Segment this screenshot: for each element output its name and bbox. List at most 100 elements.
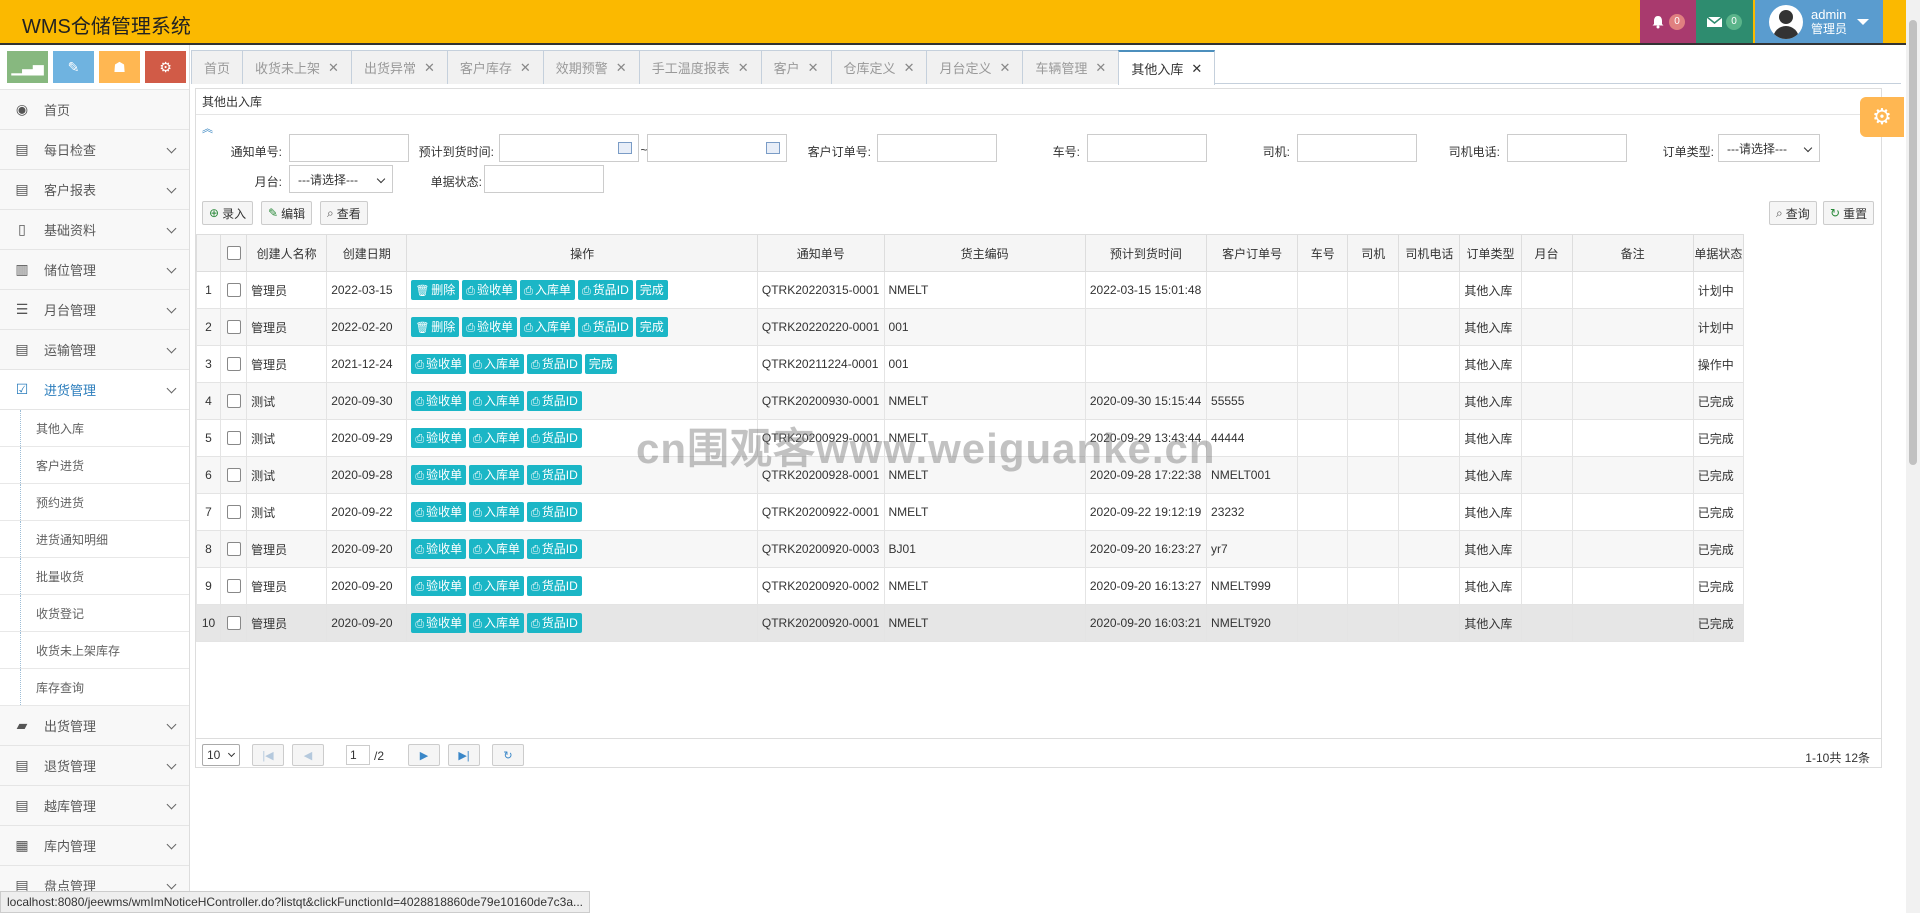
tab-warehouse-definition[interactable]: 仓库定义 ✕: [830, 50, 928, 84]
dock-select[interactable]: ---请选择---: [289, 165, 393, 193]
row-select-cell[interactable]: [220, 530, 248, 568]
sidebar-item-dock[interactable]: ☰ 月台管理: [0, 290, 189, 330]
row-select-cell[interactable]: [220, 308, 248, 346]
check-op-button[interactable]: ⎙ 验收单: [411, 613, 467, 633]
check-op-button[interactable]: ⎙ 验收单: [411, 391, 467, 411]
close-icon[interactable]: ✕: [1095, 60, 1106, 76]
add-button[interactable]: ⊕ 录入: [202, 201, 254, 225]
close-icon[interactable]: ✕: [808, 60, 819, 76]
inbound-op-button[interactable]: ⎙ 入库单: [469, 613, 524, 633]
done-op-button[interactable]: 完成: [584, 354, 617, 374]
notifications-button[interactable]: 0: [1640, 0, 1696, 43]
header-select-all[interactable]: [220, 234, 248, 272]
check-op-button[interactable]: ⎙ 验收单: [462, 280, 518, 300]
table-row[interactable]: 1 管理员 2022-03-15 🗑 删除 ⎙ 验收单 ⎙ 入库单 ⎙ 货品ID 完成 QTRK2022…: [195, 271, 1745, 309]
order-type-select[interactable]: ---请选择---: [1718, 134, 1820, 162]
tab-vehicle-management[interactable]: 车辆管理 ✕: [1022, 50, 1120, 84]
row-checkbox[interactable]: [226, 394, 241, 409]
submenu-item-reserved-inbound[interactable]: 预约进货: [0, 484, 189, 521]
sidebar-item-home[interactable]: ◉ 首页: [0, 90, 189, 130]
row-checkbox[interactable]: [226, 431, 241, 446]
inbound-op-button[interactable]: ⎙ 入库单: [520, 317, 575, 337]
calendar-icon[interactable]: [618, 142, 632, 154]
select-all-checkbox[interactable]: [226, 246, 241, 261]
goods-op-button[interactable]: ⎙ 货品ID: [526, 502, 582, 522]
row-select-cell[interactable]: [220, 345, 248, 383]
header-notice-no[interactable]: 通知单号: [756, 234, 885, 272]
header-customer-order[interactable]: 客户订单号: [1206, 234, 1299, 272]
header-car-no[interactable]: 车号: [1297, 234, 1349, 272]
check-op-button[interactable]: ⎙ 验收单: [411, 354, 467, 374]
eta-end-input[interactable]: [647, 134, 787, 162]
customer-order-input[interactable]: [877, 134, 997, 162]
submenu-item-customer-inbound[interactable]: 客户进货: [0, 447, 189, 484]
inbound-op-button[interactable]: ⎙ 入库单: [469, 391, 524, 411]
header-remark[interactable]: 备注: [1571, 234, 1694, 272]
settings-gear-button[interactable]: ⚙: [1860, 97, 1904, 137]
close-icon[interactable]: ✕: [328, 60, 339, 76]
table-row[interactable]: 4 测试 2020-09-30 ⎙ 验收单 ⎙ 入库单 ⎙ 货品ID QTRK20200930-0…: [195, 382, 1745, 420]
header-date[interactable]: 创建日期: [326, 234, 408, 272]
edit-button[interactable]: ✎ 编辑: [261, 201, 313, 225]
row-checkbox[interactable]: [226, 579, 241, 594]
sidebar-item-crossdock[interactable]: ▤ 越库管理: [0, 786, 189, 826]
submenu-item-other-inbound[interactable]: 其他入库: [0, 410, 189, 447]
shortcut-pencil-button[interactable]: ✎: [53, 51, 94, 83]
first-page-button[interactable]: |◀: [252, 744, 284, 766]
sidebar-item-location[interactable]: ▥ 储位管理: [0, 250, 189, 290]
user-menu-button[interactable]: admin 管理员: [1755, 0, 1883, 43]
row-checkbox[interactable]: [226, 320, 241, 335]
done-op-button[interactable]: 完成: [635, 280, 668, 300]
inbound-op-button[interactable]: ⎙ 入库单: [469, 428, 524, 448]
check-op-button[interactable]: ⎙ 验收单: [411, 465, 467, 485]
tab-expiry-warning[interactable]: 效期预警 ✕: [542, 50, 640, 84]
header-creator[interactable]: 创建人名称: [246, 234, 328, 272]
sidebar-item-basic-data[interactable]: ▯ 基础资料: [0, 210, 189, 250]
delete-op-button[interactable]: 🗑 删除: [411, 317, 460, 337]
tab-customer-stock[interactable]: 客户库存 ✕: [446, 50, 544, 84]
driver-input[interactable]: [1297, 134, 1417, 162]
tab-customer[interactable]: 客户 ✕: [760, 50, 832, 84]
row-select-cell[interactable]: [220, 493, 248, 531]
calendar-icon[interactable]: [766, 142, 780, 154]
tab-manual-temp-report[interactable]: 手工温度报表 ✕: [638, 50, 762, 84]
close-icon[interactable]: ✕: [738, 60, 749, 76]
row-checkbox[interactable]: [226, 357, 241, 372]
scrollbar-thumb[interactable]: [1909, 20, 1917, 465]
header-status[interactable]: 单据状态: [1692, 234, 1745, 272]
shortcut-group-button[interactable]: ☗: [99, 51, 140, 83]
row-select-cell[interactable]: [220, 456, 248, 494]
header-driver[interactable]: 司机: [1347, 234, 1400, 272]
check-op-button[interactable]: ⎙ 验收单: [462, 317, 518, 337]
done-op-button[interactable]: 完成: [635, 317, 668, 337]
notice-no-input[interactable]: [289, 134, 409, 162]
row-select-cell[interactable]: [220, 419, 248, 457]
inbound-op-button[interactable]: ⎙ 入库单: [469, 539, 524, 559]
close-icon[interactable]: ✕: [999, 60, 1010, 76]
check-op-button[interactable]: ⎙ 验收单: [411, 576, 467, 596]
submenu-item-unshelved-stock[interactable]: 收货未上架库存: [0, 632, 189, 669]
row-select-cell[interactable]: [220, 604, 248, 642]
row-select-cell[interactable]: [220, 567, 248, 605]
page-size-select[interactable]: 10: [202, 744, 240, 766]
eta-start-input[interactable]: [499, 134, 639, 162]
tab-unshelved[interactable]: 收货未上架 ✕: [242, 50, 352, 84]
goods-op-button[interactable]: ⎙ 货品ID: [526, 391, 582, 411]
table-row[interactable]: 3 管理员 2021-12-24 ⎙ 验收单 ⎙ 入库单 ⎙ 货品ID 完成 QTRK2021122…: [195, 345, 1745, 383]
submenu-item-receive-register[interactable]: 收货登记: [0, 595, 189, 632]
driver-phone-input[interactable]: [1507, 134, 1627, 162]
table-row[interactable]: 2 管理员 2022-02-20 🗑 删除 ⎙ 验收单 ⎙ 入库单 ⎙ 货品ID 完成 QTRK2022…: [195, 308, 1745, 346]
messages-button[interactable]: 0: [1696, 0, 1753, 43]
collapse-search-icon[interactable]: ︽: [202, 120, 213, 136]
inbound-op-button[interactable]: ⎙ 入库单: [469, 502, 524, 522]
header-owner-code[interactable]: 货主编码: [883, 234, 1086, 272]
row-checkbox[interactable]: [226, 468, 241, 483]
table-row[interactable]: 9 管理员 2020-09-20 ⎙ 验收单 ⎙ 入库单 ⎙ 货品ID QTRK20200920-…: [195, 567, 1745, 605]
goods-op-button[interactable]: ⎙ 货品ID: [526, 539, 582, 559]
close-icon[interactable]: ✕: [616, 60, 627, 76]
sidebar-item-transport[interactable]: ▤ 运输管理: [0, 330, 189, 370]
page-number-input[interactable]: 1: [346, 745, 370, 765]
status-input[interactable]: [484, 165, 604, 193]
view-button[interactable]: ⌕ 查看: [320, 201, 368, 225]
page-scrollbar[interactable]: [1906, 0, 1920, 913]
